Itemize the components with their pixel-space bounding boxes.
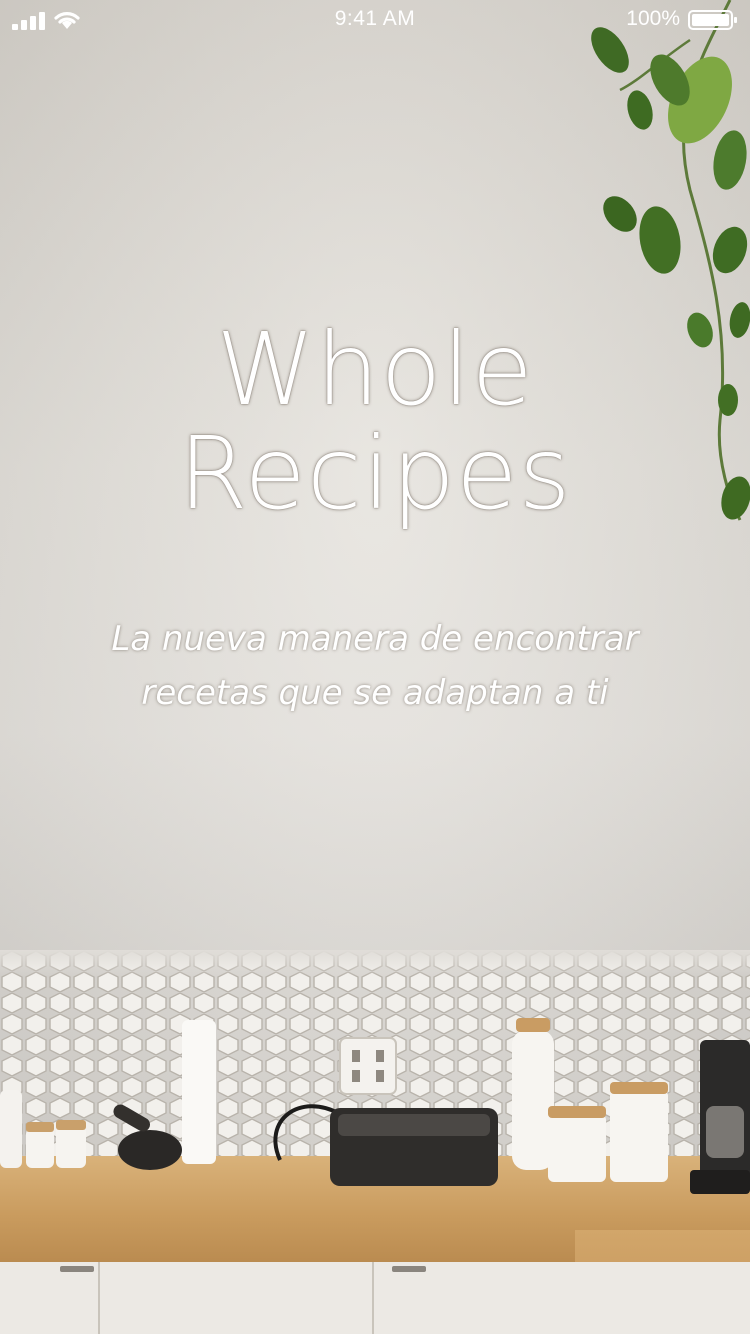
cabinet-divider: [372, 1262, 374, 1334]
cabinet-handle: [392, 1266, 426, 1272]
cabinet-divider: [98, 1262, 100, 1334]
splash-screen: 9:41 AM 100% Whole Recipes La nueva mane…: [0, 0, 750, 1334]
hanging-plant: [591, 0, 750, 521]
app-tagline: La nueva manera de encontrar recetas que…: [0, 612, 750, 720]
kitchen-items: [0, 1018, 750, 1194]
battery-icon: [688, 10, 737, 30]
tagline-line-2: recetas que se adaptan a ti: [141, 673, 609, 713]
status-bar: 9:41 AM 100%: [0, 0, 750, 40]
battery-percentage: 100%: [626, 7, 680, 30]
tagline-line-1: La nueva manera de encontrar: [111, 619, 639, 659]
white-cabinets: [0, 1262, 750, 1334]
cabinet-handle: [60, 1266, 94, 1272]
